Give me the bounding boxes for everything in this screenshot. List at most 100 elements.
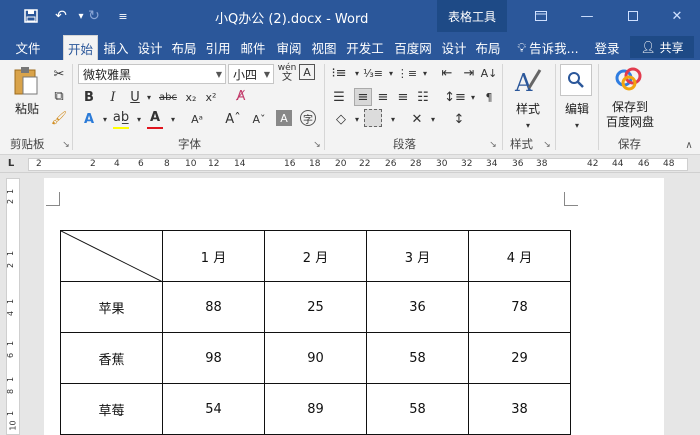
close-icon[interactable]: ✕ [654,0,700,32]
tab-file[interactable]: 文件 [8,35,48,60]
font-name-combo[interactable]: 微软雅黑 ▼ [78,64,226,84]
data-table[interactable]: 1 月 2 月 3 月 4 月 苹果 88 25 36 78 香蕉 98 90 … [60,230,571,435]
styles-icon[interactable]: A [508,64,548,98]
minimize-icon[interactable]: — [564,0,610,32]
numbering-icon[interactable]: ⅓≡ [363,64,383,82]
char-scaling-icon[interactable]: ↕ [450,110,468,128]
sort-icon[interactable]: A↓ [480,64,498,82]
italic-icon[interactable]: I [104,88,122,106]
char-border-icon[interactable]: A [299,64,315,80]
table-cell[interactable]: 58 [366,383,469,435]
table-cell[interactable]: 58 [366,332,469,384]
table-cell[interactable]: 29 [468,332,571,384]
shading-icon[interactable]: Aᵃ [188,110,206,128]
baidu-cloud-icon[interactable] [612,64,646,94]
table-cell[interactable]: 36 [366,281,469,333]
tab-insert[interactable]: 插入 [100,35,132,60]
chevron-down-icon[interactable]: ▾ [424,110,442,128]
highlight-icon[interactable]: ab̲ [112,108,130,126]
chevron-down-icon[interactable]: ▾ [164,110,182,128]
login-link[interactable]: 登录 [590,35,624,60]
align-right-icon[interactable]: ≡ [394,88,412,106]
char-shading-icon[interactable]: A [276,110,292,126]
grow-font-icon[interactable]: Aˆ [224,110,242,128]
increase-indent-icon[interactable]: ⇥ [460,64,478,82]
line-spacing-icon[interactable]: ↕≡ [444,88,466,106]
chevron-down-icon[interactable]: ▾ [519,116,537,134]
font-size-combo[interactable]: 小四 ▼ [228,64,274,84]
editing-label[interactable]: 编辑 [560,100,594,117]
undo-icon[interactable]: ↶ [50,5,72,27]
chinese-layout-icon[interactable]: ☰ [330,88,348,106]
collapse-ribbon-icon[interactable]: ∧ [680,136,698,154]
ribbon-display-icon[interactable] [518,0,564,32]
table-cell[interactable]: 38 [468,383,571,435]
align-center-icon[interactable]: ≡ [374,88,392,106]
table-cell[interactable]: 98 [162,332,265,384]
diagonal-header-cell[interactable] [60,230,163,282]
tab-design[interactable]: 设计 [134,35,166,60]
paste-label[interactable]: 粘贴 [12,100,42,117]
styles-launcher-icon[interactable]: ↘ [538,136,556,154]
row-label-cell[interactable]: 苹果 [60,281,163,333]
decrease-indent-icon[interactable]: ⇤ [438,64,456,82]
chevron-down-icon[interactable]: ▾ [568,116,586,134]
styles-label[interactable]: 样式 [510,100,546,117]
tab-view[interactable]: 视图 [308,35,340,60]
table-cell[interactable]: 89 [264,383,367,435]
tab-mailings[interactable]: 邮件 [236,35,270,60]
tab-table-design[interactable]: 设计 [438,35,470,60]
horizontal-ruler[interactable]: L 2 2 4 6 8 10 12 14 16 18 20 22 26 28 3… [0,155,700,173]
tab-selector-icon[interactable]: L [4,155,18,171]
subscript-icon[interactable]: x₂ [182,88,200,106]
strikethrough-icon[interactable]: abc [156,88,180,106]
tell-me[interactable]: 💡︎ 告诉我... [510,35,586,60]
cut-icon[interactable]: ✂ [50,65,68,83]
enclose-char-icon[interactable]: 字 [300,110,316,126]
copy-icon[interactable]: ⧉ [50,87,68,105]
row-label-cell[interactable]: 草莓 [60,383,163,435]
bullets-icon[interactable]: ⁝≡ [330,64,348,82]
customize-qa-icon[interactable]: ≡ [112,5,134,27]
share-button[interactable]: 👤︎ 共享 [630,36,694,58]
chevron-down-icon[interactable]: ▾ [384,110,402,128]
bold-icon[interactable]: B [80,88,98,106]
clear-formatting-icon[interactable]: A̸ [232,87,250,105]
tab-home[interactable]: 开始 [63,35,98,60]
tab-review[interactable]: 审阅 [272,35,306,60]
table-cell[interactable]: 88 [162,281,265,333]
month-header-cell[interactable]: 2 月 [264,230,367,282]
tab-layout[interactable]: 布局 [168,35,200,60]
tab-baidu[interactable]: 百度网 [390,35,436,60]
borders-icon[interactable] [364,109,382,127]
table-cell[interactable]: 78 [468,281,571,333]
align-left-icon[interactable]: ≡ [354,88,372,106]
superscript-icon[interactable]: x² [202,88,220,106]
paste-icon[interactable] [10,64,42,98]
tab-table-layout[interactable]: 布局 [472,35,504,60]
vertical-ruler[interactable]: 1 2 1 2 1 4 1 6 1 8 1 10 [6,178,20,435]
save-icon[interactable] [20,5,42,27]
multilevel-list-icon[interactable]: ⋮≡ [397,64,417,82]
row-label-cell[interactable]: 香蕉 [60,332,163,384]
save-baidu-label-2[interactable]: 百度网盘 [600,113,660,130]
month-header-cell[interactable]: 4 月 [468,230,571,282]
table-cell[interactable]: 90 [264,332,367,384]
chevron-down-icon[interactable]: ▾ [416,64,434,82]
month-header-cell[interactable]: 3 月 [366,230,469,282]
font-color-icon[interactable]: A [146,108,164,126]
maximize-icon[interactable] [610,0,656,32]
vertical-scrollbar[interactable] [685,178,700,435]
tab-developer[interactable]: 开发工 [342,35,388,60]
phonetic-guide-icon[interactable]: wén 文 [278,64,297,83]
table-cell[interactable]: 54 [162,383,265,435]
editing-icon[interactable] [560,64,592,96]
paragraph-launcher-icon[interactable]: ↘ [484,136,502,154]
table-cell[interactable]: 25 [264,281,367,333]
tab-references[interactable]: 引用 [202,35,234,60]
redo-icon[interactable]: ↻ [83,5,105,27]
justify-icon[interactable]: ☷ [414,88,432,106]
document-page[interactable]: 1 月 2 月 3 月 4 月 苹果 88 25 36 78 香蕉 98 90 … [44,178,664,435]
format-painter-icon[interactable]: 🖌︎ [50,109,68,127]
show-marks-icon[interactable]: ¶ [480,88,498,106]
